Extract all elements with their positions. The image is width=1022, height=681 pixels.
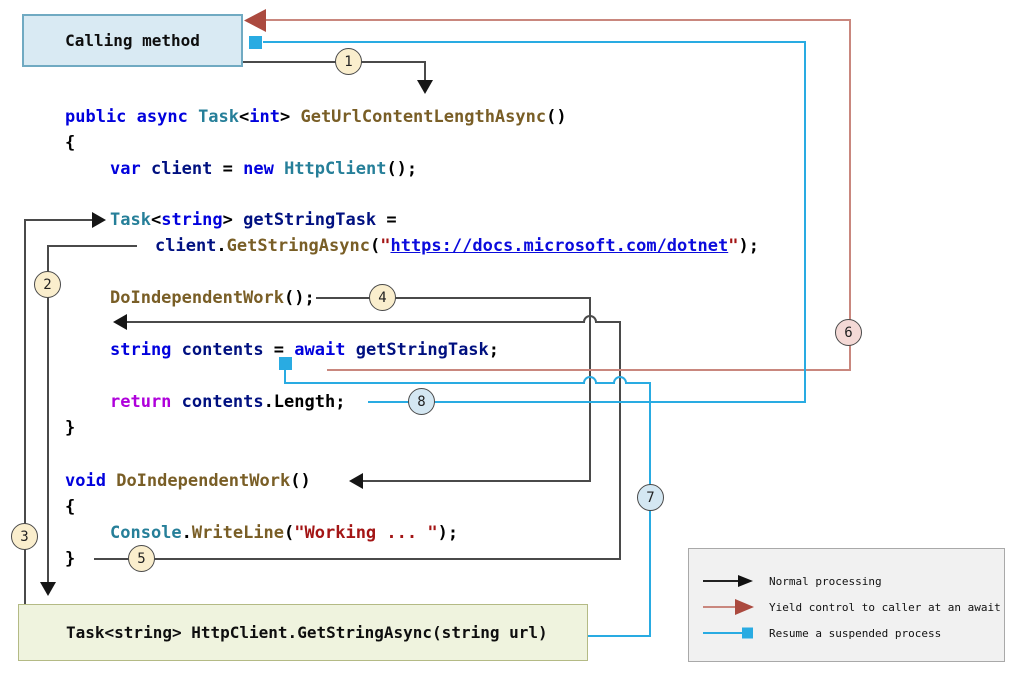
step-circle-6: 6 [835,319,862,346]
step-circle-7: 7 [637,484,664,511]
code-line-doindependentwork-call: DoIndependentWork(); [110,288,315,308]
step-number: 4 [378,289,387,306]
step-circle-5: 5 [128,545,155,572]
yield-control-arrow-icon [703,599,754,615]
getstringasync-box: Task<string> HttpClient.GetStringAsync(s… [18,604,588,661]
arrowhead-down-step2 [40,582,56,596]
step-number: 3 [20,528,29,545]
arrowhead-right-step3 [92,212,106,228]
code-line-task-assignment: Task<string> getStringTask = [110,210,397,230]
legend-item-yield: Yield control to caller at an await [701,599,1001,615]
arrowhead-left-step4 [349,473,363,489]
step-circle-3: 3 [11,523,38,550]
code-line-open-brace-2: { [65,497,76,517]
code-line-new-httpclient: var client = new HttpClient(); [110,159,418,179]
legend-item-normal: Normal processing [701,573,882,589]
step-number: 7 [646,489,655,506]
flow-line-step4 [316,297,591,482]
step-number: 6 [844,324,853,341]
legend-label-yield: Yield control to caller at an await [769,600,1001,614]
calling-method-box: Calling method [22,14,243,67]
legend: Normal processing Yield control to calle… [688,548,1005,662]
step-circle-1: 1 [335,48,362,75]
legend-label-resume: Resume a suspended process [769,626,942,640]
resume-marker-step8 [249,36,262,49]
step-number: 5 [137,550,146,567]
code-line-await: string contents = await getStringTask; [110,340,500,360]
step-number: 2 [43,276,52,293]
code-line-doindependentwork-signature: void DoIndependentWork() [65,471,311,491]
arrowhead-left-step5 [113,314,127,330]
async-await-flow-diagram: Calling method Task<string> HttpClient.G… [0,0,1022,681]
flow-line-step1 [243,61,426,82]
step-circle-2: 2 [34,271,61,298]
code-line-close-brace: } [65,418,76,438]
legend-item-resume: Resume a suspended process [701,625,941,641]
getstringasync-label: Task<string> HttpClient.GetStringAsync(s… [66,623,548,642]
code-line-getstringasync-call: client.GetStringAsync("https://docs.micr… [155,236,759,256]
legend-label-normal: Normal processing [769,574,882,588]
code-line-return: return contents.Length; [110,392,346,412]
resume-process-icon [703,627,753,639]
code-line-method-signature: public async Task<int> GetUrlContentLeng… [65,107,567,127]
arrowhead-down-step1 [417,80,433,94]
code-line-open-brace: { [65,133,76,153]
code-line-close-brace-2: } [65,549,76,569]
calling-method-label: Calling method [65,31,200,50]
code-line-console-writeline: Console.WriteLine("Working ... "); [110,523,459,543]
step-circle-4: 4 [369,284,396,311]
step-number: 1 [344,53,353,70]
normal-processing-arrow-icon [703,575,753,587]
step-circle-8: 8 [408,388,435,415]
arrowhead-left-step6 [244,9,266,32]
step-number: 8 [417,393,426,410]
